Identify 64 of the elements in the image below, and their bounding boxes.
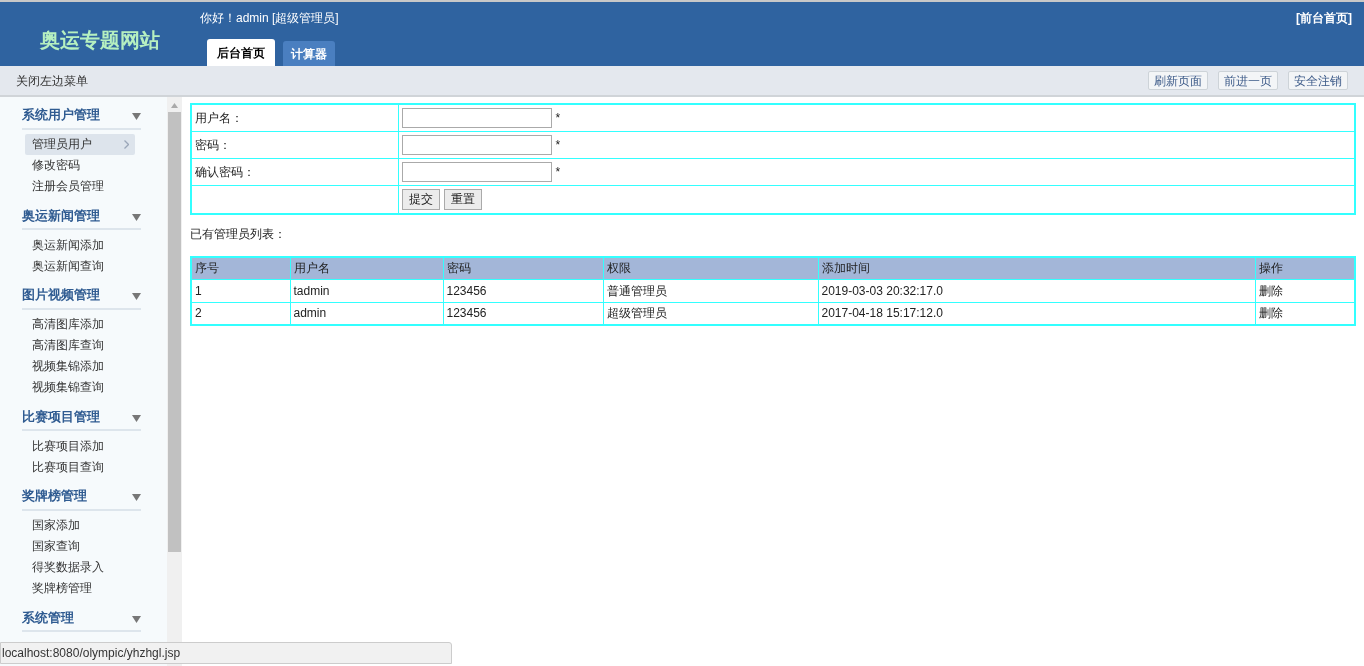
menu-item[interactable]: 视频集锦添加	[25, 355, 135, 377]
menu-item[interactable]: 高清图库查询	[25, 334, 135, 356]
dropdown-triangle-icon	[132, 213, 141, 221]
site-title: 奥运专题网站	[40, 28, 160, 53]
field-label: 密码：	[191, 131, 398, 158]
menu-item[interactable]: 国家添加	[25, 514, 135, 536]
menu-group-title[interactable]: 图片视频管理	[22, 285, 100, 305]
toolbar-button[interactable]: 前进一页	[1218, 71, 1278, 90]
dropdown-triangle-icon	[132, 414, 141, 422]
required-mark: *	[555, 163, 561, 181]
nav-tab[interactable]: 后台首页	[207, 39, 275, 66]
table-cell: tadmin	[290, 279, 443, 302]
dropdown-triangle-icon	[132, 494, 141, 502]
column-header: 序号	[191, 257, 290, 279]
column-header: 权限	[603, 257, 818, 279]
table-cell: 普通管理员	[603, 279, 818, 302]
field-label: 确认密码：	[191, 158, 398, 185]
delete-link[interactable]: 删除	[1258, 283, 1283, 298]
menu-item[interactable]: 修改密码	[25, 154, 135, 176]
column-header: 密码	[443, 257, 603, 279]
menu-item[interactable]: 国家查询	[25, 535, 135, 557]
input-field[interactable]	[401, 107, 552, 128]
menu-item[interactable]: 管理员用户	[25, 133, 135, 155]
dropdown-triangle-icon	[132, 293, 141, 301]
scroll-thumb[interactable]	[168, 112, 181, 552]
menu-item[interactable]: 奖牌榜管理	[25, 577, 135, 599]
menu-group-title[interactable]: 奥运新闻管理	[22, 205, 100, 225]
front-page-link[interactable]: [前台首页]	[1296, 9, 1352, 27]
form-button[interactable]: 重置	[443, 188, 482, 210]
menu-group-title[interactable]: 系统用户管理	[22, 105, 100, 125]
column-header: 用户名	[290, 257, 443, 279]
table-cell: 123456	[443, 279, 603, 302]
required-mark: *	[555, 109, 561, 127]
dropdown-triangle-icon	[132, 113, 141, 121]
menu-group-title[interactable]: 系统管理	[22, 607, 74, 627]
list-title: 已有管理员列表：	[190, 226, 286, 243]
form-button[interactable]: 提交	[401, 188, 440, 210]
required-mark: *	[555, 136, 561, 154]
greeting-text: 你好！admin [超级管理员]	[200, 10, 339, 27]
input-field[interactable]	[401, 134, 552, 155]
menu-item[interactable]: 比赛项目添加	[25, 435, 135, 456]
chevron-right-icon	[124, 139, 129, 149]
table-cell: 1	[191, 279, 290, 302]
menu-item[interactable]: 注册会员管理	[25, 175, 135, 197]
menu-group-title[interactable]: 比赛项目管理	[22, 406, 100, 426]
nav-tab[interactable]: 计算器	[283, 41, 335, 66]
toolbar-button[interactable]: 刷新页面	[1148, 71, 1208, 90]
table-cell: 2019-03-03 20:32:17.0	[818, 279, 1255, 302]
dropdown-triangle-icon	[132, 615, 141, 623]
column-header: 添加时间	[818, 257, 1255, 279]
menu-item[interactable]: 视频集锦查询	[25, 376, 135, 398]
menu-item[interactable]: 奥运新闻查询	[25, 255, 135, 276]
toolbar-button[interactable]: 安全注销	[1288, 71, 1348, 90]
menu-item[interactable]: 得奖数据录入	[25, 556, 135, 578]
delete-link[interactable]: 删除	[1258, 306, 1283, 321]
menu-item[interactable]: 比赛项目查询	[25, 456, 135, 477]
menu-group-title[interactable]: 奖牌榜管理	[22, 486, 87, 506]
menu-item[interactable]: 奥运新闻添加	[25, 234, 135, 255]
field-label: 用户名：	[191, 104, 398, 131]
menu-item[interactable]: 高清图库添加	[25, 313, 135, 335]
input-field[interactable]	[401, 161, 552, 182]
status-bar: localhost:8080/olympic/yhzhgl.jsp	[0, 642, 452, 664]
close-menu-button[interactable]: 关闭左边菜单	[16, 71, 88, 90]
scroll-up-icon[interactable]	[171, 103, 178, 108]
